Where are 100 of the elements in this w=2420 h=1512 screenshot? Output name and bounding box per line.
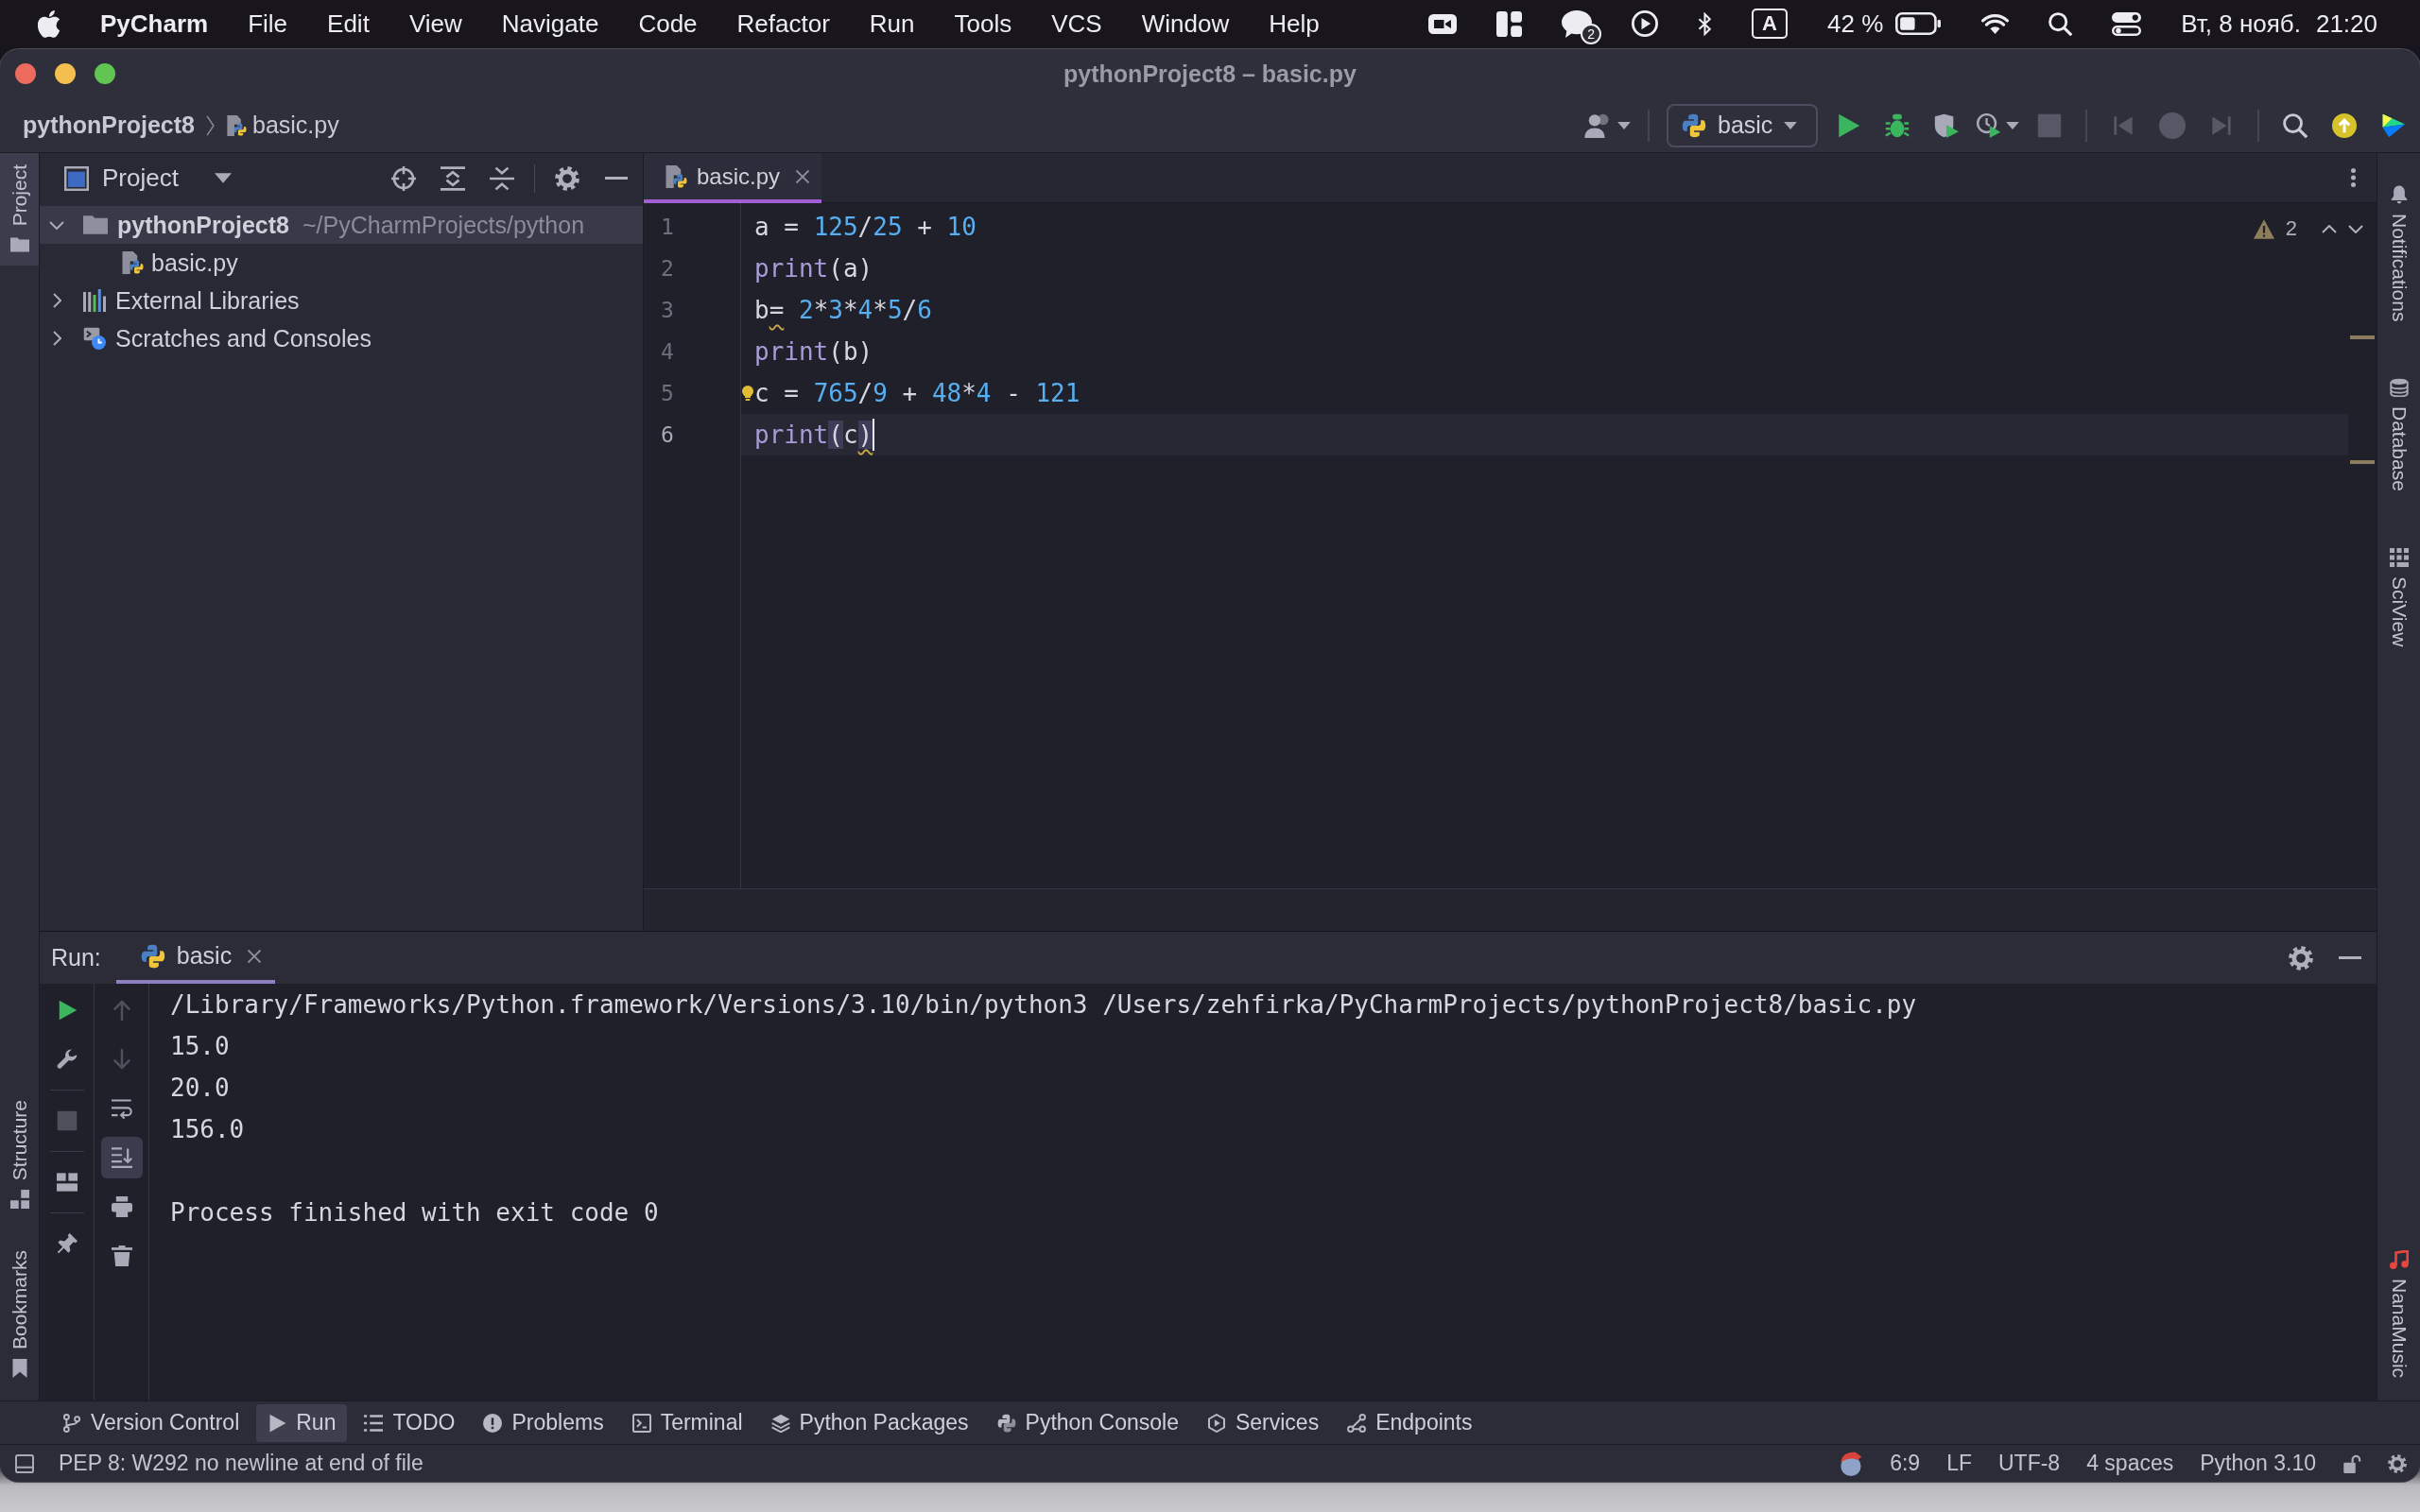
battery-icon[interactable] [1894, 12, 1943, 35]
tool-window-button[interactable]: Python Console [985, 1403, 1190, 1442]
caret-position[interactable]: 6:9 [1890, 1451, 1921, 1476]
grid-icon [2389, 548, 2409, 568]
zoom-button[interactable] [95, 63, 115, 84]
crosshair-icon [391, 165, 416, 191]
apple-logo-icon[interactable] [38, 9, 60, 38]
warning-marker-icon[interactable] [2350, 335, 2375, 339]
tool-window-tab[interactable]: NanaMusic [2377, 1238, 2420, 1389]
pin-icon [56, 1233, 78, 1254]
indent-setting[interactable]: 4 spaces [2086, 1451, 2174, 1476]
menu-item[interactable]: Help [1269, 9, 1320, 39]
clock-time: 21:20 [2315, 9, 2377, 39]
library-icon [83, 289, 106, 312]
tool-window-button[interactable]: TODO [353, 1403, 467, 1442]
menu-item[interactable]: Navigate [501, 9, 599, 39]
warning-icon[interactable] [2253, 218, 2274, 239]
code-line: print(c) [754, 420, 873, 451]
bluetooth-icon[interactable] [1698, 11, 1713, 36]
python-file-icon [121, 251, 144, 274]
tool-window-button[interactable]: Services [1195, 1403, 1331, 1442]
close-icon[interactable] [247, 948, 263, 964]
file-encoding[interactable]: UTF-8 [1998, 1451, 2061, 1476]
menu-item[interactable]: Edit [327, 9, 370, 39]
python-icon [140, 943, 165, 969]
menu-item[interactable]: VCS [1051, 9, 1102, 39]
tool-window-button[interactable]: Python Packages [759, 1403, 980, 1442]
clock-play-icon [1977, 112, 2001, 138]
window-tiles-icon[interactable] [1496, 10, 1523, 37]
warning-marker-icon[interactable] [2350, 460, 2375, 464]
tool-window-tab[interactable]: Project [0, 153, 39, 266]
tool-window-tab[interactable]: Notifications [2377, 174, 2420, 334]
lock-icon[interactable] [2342, 1453, 2361, 1473]
breadcrumb[interactable]: basic.py [252, 112, 339, 139]
status-message[interactable]: PEP 8: W292 no newline at end of file [59, 1451, 424, 1476]
video-camera-icon[interactable] [1428, 13, 1458, 34]
minimize-button[interactable] [55, 63, 76, 84]
branch-icon [62, 1413, 81, 1433]
run-configuration-dropdown[interactable]: basic [1667, 103, 1818, 147]
line-separator[interactable]: LF [1946, 1451, 1972, 1476]
play-circle-icon[interactable] [1632, 10, 1659, 37]
panel-title[interactable]: Project [102, 163, 179, 193]
menu-item[interactable]: Refactor [736, 9, 830, 39]
tool-window-button[interactable]: Version Control [51, 1403, 251, 1442]
line-number: 4 [660, 338, 675, 366]
tool-window-button[interactable]: Run [256, 1403, 348, 1442]
terminal-icon [631, 1413, 651, 1433]
tool-window-button[interactable]: Terminal [620, 1403, 754, 1442]
panel-toggle-icon[interactable] [15, 1453, 34, 1473]
close-button[interactable] [15, 63, 36, 84]
tool-window-button[interactable]: Endpoints [1336, 1403, 1484, 1442]
tree-label: basic.py [151, 249, 238, 277]
chevron-up-icon[interactable] [2322, 224, 2337, 233]
python-file-icon [665, 164, 687, 188]
gear-icon [2289, 945, 2313, 971]
console-output-line: 15.0 [170, 1031, 230, 1062]
menu-item[interactable]: Window [1141, 9, 1230, 39]
interpreter[interactable]: Python 3.10 [2200, 1451, 2316, 1476]
tool-window-button[interactable]: Problems [472, 1403, 615, 1442]
bug-icon [1885, 112, 1910, 138]
shield-play-icon [1934, 112, 1959, 138]
close-icon[interactable] [795, 168, 811, 184]
menu-item[interactable]: View [408, 9, 462, 39]
line-number: 6 [660, 421, 675, 449]
project-path: ~/PyCharmProjects/python [302, 211, 585, 239]
menu-item[interactable]: Code [638, 9, 698, 39]
menu-item[interactable]: File [248, 9, 288, 39]
tool-window-tab[interactable]: Database [2377, 367, 2420, 504]
chevron-down-icon[interactable] [49, 220, 64, 230]
tree-item[interactable]: pythonProject8 ~/PyCharmProjects/python [40, 206, 643, 244]
scroll-to-end-button[interactable] [100, 1137, 143, 1178]
wifi-icon[interactable] [1981, 13, 2010, 34]
caret-icon [1617, 121, 1631, 129]
layout-icon [56, 1172, 78, 1193]
tree-item[interactable]: Scratches and Consoles [40, 319, 643, 357]
chevron-right-icon[interactable] [52, 293, 61, 308]
menu-item[interactable]: Tools [954, 9, 1012, 39]
breadcrumb[interactable]: pythonProject8 [23, 112, 195, 139]
chevron-down-icon[interactable] [2348, 224, 2363, 233]
lightbulb-icon[interactable] [742, 386, 753, 401]
warning-count[interactable]: 2 [2285, 216, 2297, 241]
menu-item[interactable]: Run [869, 9, 915, 39]
character-icon[interactable] [1839, 1451, 1864, 1476]
search-icon[interactable] [2048, 11, 2073, 36]
editor-tab[interactable]: basic.py [644, 153, 822, 203]
tree-item[interactable]: External Libraries [40, 282, 643, 319]
chevron-right-icon[interactable] [52, 331, 61, 346]
gear-icon[interactable] [2388, 1453, 2407, 1473]
caret-icon[interactable] [214, 173, 232, 183]
tool-window-tab[interactable]: Bookmarks [0, 1238, 39, 1389]
tree-item[interactable]: basic.py [40, 244, 643, 282]
control-center-icon[interactable] [2112, 11, 2142, 36]
layers-icon [770, 1413, 790, 1433]
app-menu[interactable]: PyCharm [100, 9, 209, 39]
tool-window-tab[interactable]: SciView [2377, 537, 2420, 659]
arrow-up-circle-icon [2332, 112, 2357, 138]
tree-label: pythonProject8 [117, 211, 289, 239]
more-options-icon[interactable] [2351, 167, 2356, 188]
input-source-indicator[interactable]: A [1752, 9, 1788, 39]
tool-window-tab[interactable]: Structure [0, 1088, 39, 1220]
